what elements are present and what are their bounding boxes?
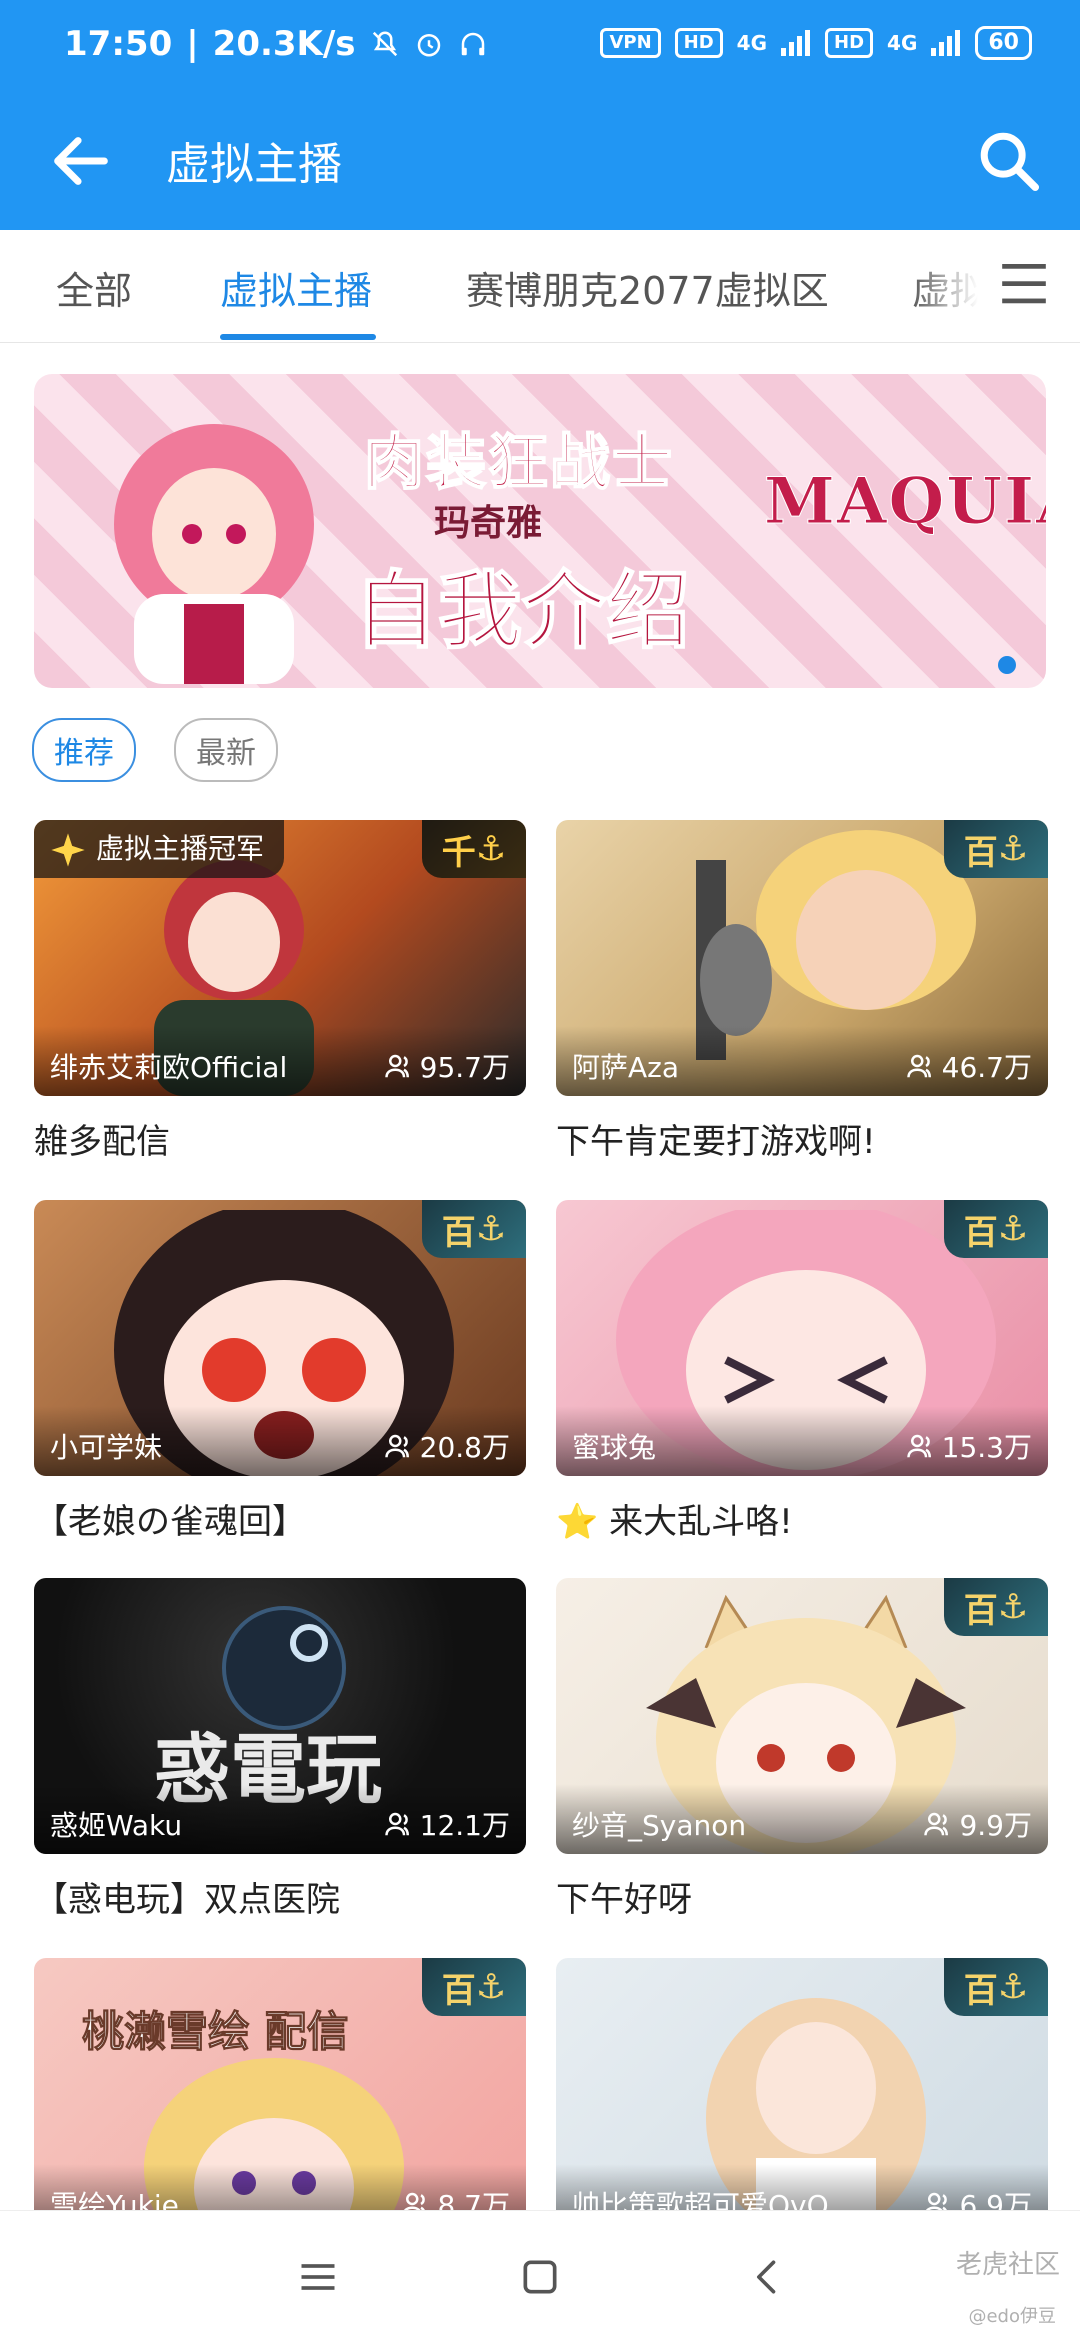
active-tab-indicator	[220, 334, 376, 340]
alarm-icon	[417, 34, 440, 57]
stream-card[interactable]: 虚拟主播冠军 千 ⚓ 绯赤艾莉欧Official 95.7万 雑多配信	[34, 820, 526, 1163]
status-left: 17:50 | 20.3K/s	[64, 24, 488, 64]
banner-line2: 玛奇雅	[434, 503, 543, 544]
viewers-icon	[384, 1434, 409, 1458]
viewer-count: 95.7万	[384, 1046, 510, 1086]
carousel-indicator	[998, 656, 1016, 674]
headphone-icon	[461, 32, 484, 56]
stream-card[interactable]: 百 ⚓ 阿萨Aza 46.7万 下午肯定要打游戏啊!	[556, 820, 1048, 1163]
thumbnail-text: 桃濑雪绘 配信	[82, 2007, 350, 2057]
signal-icon	[931, 30, 961, 56]
signal-icon	[781, 30, 811, 56]
champion-badge: 虚拟主播冠军	[34, 820, 285, 878]
back-icon[interactable]	[746, 2255, 790, 2299]
stream-thumbnail: 桃濑雪绘 配信 百 ⚓ 雪绘Yukie 8.7万	[34, 1958, 526, 2234]
stream-title: ⭐ 来大乱斗咯!	[556, 1502, 793, 1542]
battery-level: 60	[975, 26, 1032, 60]
viewers-icon	[906, 1434, 931, 1458]
stream-thumbnail: 百 ⚓ 帅比策歌超可爱OvO 6.9万	[556, 1958, 1048, 2234]
rank-badge: 百 ⚓	[944, 1578, 1048, 1636]
back-arrow-icon[interactable]	[46, 126, 116, 196]
tab-vtuber[interactable]: 虚拟主播	[220, 260, 372, 315]
stream-card[interactable]: 百 ⚓ 蜜球兔 15.3万 ⭐ 来大乱斗咯!	[556, 1200, 1048, 1543]
chip-latest[interactable]: 最新	[174, 718, 278, 782]
chip-recommended[interactable]: 推荐	[32, 718, 136, 782]
stream-thumbnail: 百 ⚓ 纱音_Syanon 9.9万	[556, 1578, 1048, 1854]
streamer-name: 惑姬Waku	[50, 1809, 183, 1842]
vpn-indicator: VPN	[600, 28, 661, 58]
streamer-name: 绯赤艾莉欧Official	[50, 1051, 288, 1084]
network-type-1: 4G	[736, 31, 768, 55]
stream-title: 雑多配信	[34, 1122, 170, 1162]
status-bar: 17:50 | 20.3K/s VPN HD 4G HD 4G 60	[0, 0, 1080, 96]
stream-card[interactable]: 百 ⚓ 小可学妹 20.8万 【老娘の雀魂回】	[34, 1200, 526, 1543]
stream-card[interactable]: 桃濑雪绘 配信 百 ⚓ 雪绘Yukie 8.7万	[34, 1958, 526, 2234]
sort-chips: 推荐 最新	[32, 718, 278, 782]
banner-character-art	[114, 424, 314, 684]
stream-thumbnail: 百 ⚓ 阿萨Aza 46.7万	[556, 820, 1048, 1096]
streamer-name: 纱音_Syanon	[572, 1809, 747, 1842]
viewer-count: 46.7万	[906, 1046, 1032, 1086]
home-icon[interactable]	[518, 2255, 562, 2299]
streamer-name: 小可学妹	[50, 1431, 163, 1464]
rank-badge: 百 ⚓	[422, 1958, 526, 2016]
tab-cyberpunk[interactable]: 赛博朋克2077虚拟区	[466, 260, 829, 315]
viewers-icon	[906, 1054, 931, 1078]
stream-card[interactable]: 百 ⚓ 帅比策歌超可爱OvO 6.9万	[556, 1958, 1048, 2234]
status-time: 17:50	[64, 24, 173, 64]
streamer-name: 阿萨Aza	[572, 1051, 680, 1084]
stream-title: 【惑电玩】双点医院	[34, 1880, 340, 1920]
stream-title: 下午肯定要打游戏啊!	[556, 1122, 876, 1162]
stream-thumbnail: 惑電玩 惑姬Waku 12.1万	[34, 1578, 526, 1854]
watermark: 老虎社区	[955, 2250, 1060, 2280]
stream-thumbnail: 虚拟主播冠军 千 ⚓ 绯赤艾莉欧Official 95.7万	[34, 820, 526, 1096]
banner-logo: MAQUIA	[764, 464, 1046, 540]
stream-title: 【老娘の雀魂回】	[34, 1502, 306, 1542]
rank-badge: 百 ⚓	[422, 1200, 526, 1258]
rank-badge: 千 ⚓	[422, 820, 526, 878]
app-toolbar: 虚拟主播	[0, 96, 1080, 230]
viewer-count: 15.3万	[906, 1426, 1032, 1466]
viewers-icon	[384, 1054, 409, 1078]
system-nav-bar	[0, 2210, 1080, 2341]
sparkle-icon	[51, 833, 85, 867]
viewer-count: 20.8万	[384, 1426, 510, 1466]
recents-menu-icon[interactable]	[296, 2255, 340, 2299]
category-tabs: 全部 虚拟主播 赛博朋克2077虚拟区 虚拟	[0, 230, 1080, 343]
stream-card[interactable]: 百 ⚓ 纱音_Syanon 9.9万 下午好呀	[556, 1578, 1048, 1921]
page-title: 虚拟主播	[166, 139, 342, 190]
stream-card[interactable]: 惑電玩 惑姬Waku 12.1万 【惑电玩】双点医院	[34, 1578, 526, 1921]
rank-badge: 百 ⚓	[944, 1958, 1048, 2016]
rank-badge: 百 ⚓	[944, 1200, 1048, 1258]
promo-banner[interactable]: 肉装狂战士 玛奇雅 自我介绍 MAQUIA	[34, 374, 1046, 688]
tab-fade	[910, 230, 1080, 340]
banner-line3: 自我介绍	[353, 560, 691, 661]
viewers-icon	[384, 1812, 409, 1836]
stream-thumbnail: 百 ⚓ 小可学妹 20.8万	[34, 1200, 526, 1476]
tab-all[interactable]: 全部	[56, 260, 132, 315]
hd-indicator-1: HD	[674, 28, 723, 58]
viewers-icon	[924, 1812, 949, 1836]
streamer-name: 蜜球兔	[572, 1431, 657, 1464]
menu-icon[interactable]	[1002, 264, 1046, 304]
viewer-count: 9.9万	[923, 1804, 1032, 1844]
viewer-count: 12.1万	[384, 1804, 510, 1844]
status-right: VPN HD 4G HD 4G 60	[600, 26, 1032, 60]
hd-indicator-2: HD	[825, 28, 874, 58]
mute-bell-icon	[372, 31, 397, 57]
search-icon[interactable]	[974, 126, 1044, 196]
network-type-2: 4G	[887, 31, 918, 55]
stream-title: 下午好呀	[556, 1880, 692, 1920]
banner-line1: 肉装狂战士	[363, 427, 674, 499]
stream-thumbnail: 百 ⚓ 蜜球兔 15.3万	[556, 1200, 1048, 1476]
watermark-author: @edo伊豆	[968, 2306, 1056, 2327]
rank-badge: 百 ⚓	[944, 820, 1048, 878]
net-speed: 20.3K/s	[212, 24, 356, 64]
